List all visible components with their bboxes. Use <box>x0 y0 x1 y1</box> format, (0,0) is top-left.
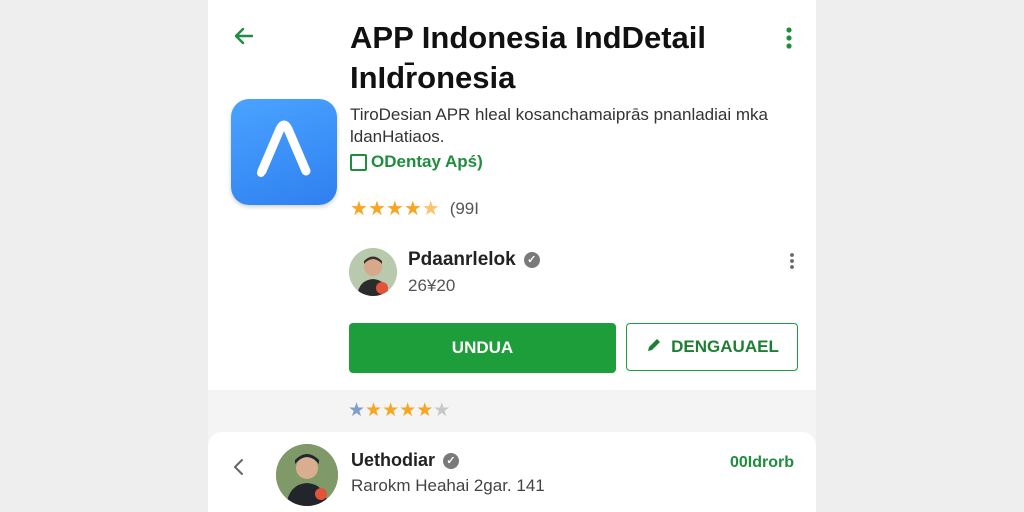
app-title: APP Indonesia IndDetail InIdr̄onesia <box>350 20 707 95</box>
edit-button-label: DENGAUAEL <box>671 337 779 356</box>
star-icon: ★ <box>350 198 368 220</box>
edit-button[interactable]: DENGAUAEL <box>626 323 798 371</box>
developer-avatar[interactable] <box>349 248 397 296</box>
review-summary-stars: ★ ★ ★ ★ ★ ★ <box>348 399 450 423</box>
verified-icon: ✓ <box>443 452 460 469</box>
reviewer-name-row[interactable]: Uethodiar ✓ <box>351 450 460 471</box>
review-meta: Rarokm Heahai 2gar. 141 <box>351 476 545 495</box>
review-link[interactable]: 00Idrorb <box>730 454 794 472</box>
badge-icon <box>350 153 367 171</box>
verified-icon: ✓ <box>523 252 540 268</box>
install-button[interactable]: UNDUA <box>349 323 616 373</box>
review-card: Uethodiar ✓ Rarokm Heahai 2gar. 141 00Id… <box>208 432 816 512</box>
developer-more-icon[interactable] <box>784 250 800 272</box>
star-icon: ★ <box>382 400 400 421</box>
pencil-icon <box>645 336 663 359</box>
star-icon: ★ <box>385 198 404 220</box>
star-empty-icon: ★ <box>433 400 451 421</box>
category-badge[interactable]: ODentay Apś) <box>350 152 483 172</box>
rating-count: (99I <box>449 199 479 218</box>
developer-count: 26¥20 <box>408 276 456 295</box>
star-icon: ★ <box>403 198 422 220</box>
reviewer-name: Uethodiar <box>351 450 436 470</box>
chevron-left-icon[interactable] <box>228 456 250 478</box>
star-icon: ★ <box>416 400 434 421</box>
developer-name: Pdaanrlelok <box>408 249 516 270</box>
star-icon: ★ <box>348 400 366 421</box>
back-arrow-icon[interactable] <box>230 22 258 50</box>
reviewer-avatar[interactable] <box>276 444 338 506</box>
app-logo-icon <box>231 99 337 205</box>
star-icon: ★ <box>365 400 383 421</box>
app-rating: ★ ★ ★ ★ ★ (99I <box>350 197 479 221</box>
star-icon: ★ <box>367 198 386 220</box>
more-vert-icon[interactable] <box>778 24 800 52</box>
badge-label: ODentay Apś) <box>371 152 483 171</box>
app-detail-screen: APP Indonesia IndDetail InIdr̄onesia Tir… <box>208 0 816 512</box>
developer-name-row[interactable]: Pdaanrlelok ✓ <box>408 249 540 271</box>
star-half-icon: ★ <box>421 198 440 220</box>
app-description: TiroDesian APR hleal kosanchamaiprās pna… <box>350 105 768 146</box>
app-header-card: APP Indonesia IndDetail InIdr̄onesia Tir… <box>208 0 816 390</box>
star-icon: ★ <box>399 400 417 421</box>
